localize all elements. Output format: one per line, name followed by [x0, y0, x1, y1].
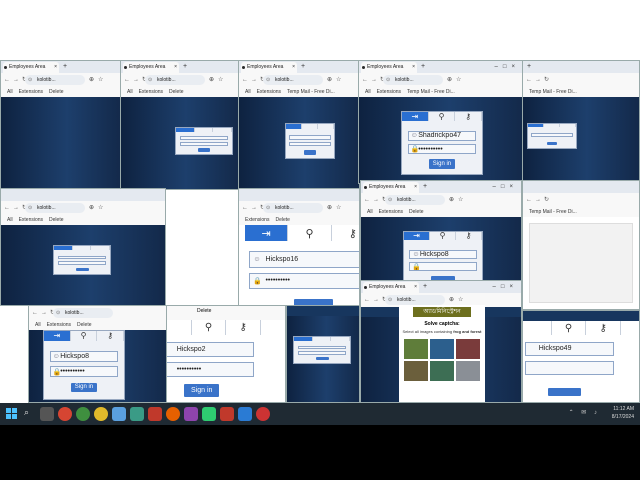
- username-field[interactable]: ☺ Shadrickpo47: [407, 130, 477, 141]
- captcha-tile[interactable]: [430, 339, 454, 359]
- login-tab[interactable]: ⇥: [402, 112, 429, 121]
- app-icon[interactable]: [256, 407, 270, 421]
- browser-window-5[interactable]: + ←→↻ Temp Mail - Free Di...: [522, 60, 640, 184]
- browser-tab[interactable]: Employees Area ×: [3, 62, 59, 73]
- browser-window-12[interactable]: [286, 305, 360, 403]
- search-icon[interactable]: ⌕: [24, 407, 38, 421]
- tab-title: Employees Area: [9, 64, 46, 70]
- browser-window-4[interactable]: Employees Area × + –□× ←→↻ ⊙ kolotib... ⊕☆ All…: [358, 60, 524, 184]
- captcha-tile[interactable]: [456, 361, 480, 381]
- app-icon[interactable]: [130, 407, 144, 421]
- system-tray[interactable]: ⌃ ✉ ♪: [569, 409, 600, 416]
- login-card: ⇥ ⚲ ⚷ ☺ Shadrickpo47 🔒 •••••••••• Sign in: [401, 111, 483, 175]
- captcha-dialog: অ্যাডমিনিস্ট্রেশন Solve captcha: Select …: [399, 305, 485, 402]
- browser-window-1[interactable]: Employees Area × + ←→↻ ⊙ kolotib... ⊕☆ All Ext…: [0, 60, 122, 190]
- browser-window-11[interactable]: Delete ⚲ ⚷ Hickspo2 •••••••••• Sign in: [166, 305, 286, 403]
- app-icon[interactable]: [148, 407, 162, 421]
- task-view-icon[interactable]: [40, 407, 54, 421]
- browser-window-14[interactable]: ⚲ ⚷ Hickspo49: [522, 310, 640, 403]
- captcha-target: frog and forest: [453, 329, 482, 334]
- chrome-icon[interactable]: [94, 407, 108, 421]
- address-bar[interactable]: ⊙ kolotib...: [25, 75, 85, 85]
- app-icon[interactable]: [202, 407, 216, 421]
- vscode-icon[interactable]: [238, 407, 252, 421]
- app-icon[interactable]: [112, 407, 126, 421]
- taskbar: ⌕ ⌃ ✉ ♪ 11:12 AM 8/17/2024: [0, 403, 640, 425]
- app-icon[interactable]: [184, 407, 198, 421]
- browser-window-13-captcha[interactable]: Employees Area × + –□× ←→↻ ⊙ kolotib... ⊕☆ অ্য…: [360, 280, 522, 403]
- captcha-tile[interactable]: [404, 339, 428, 359]
- browser-window-6[interactable]: ←→↻ ⊙ kolotib... ⊕☆ All Extensions Delete: [0, 188, 166, 306]
- desktop: Employees Area × + ←→↻ ⊙ kolotib... ⊕☆ All Ext…: [0, 0, 640, 403]
- browser-window-10[interactable]: ←→↻ ⊙ kolotib... All Extensions Delete ⇥ ⚲ ⚷ ☺…: [28, 305, 168, 403]
- start-button-icon[interactable]: [6, 408, 18, 420]
- captcha-tile[interactable]: [404, 361, 428, 381]
- browser-window-8[interactable]: Employees Area × + –□× ←→↻ ⊙ kolotib... ⊕☆ All…: [360, 180, 522, 290]
- browser-window-2[interactable]: Employees Area × + ←→↻ ⊙ kolotib... ⊕☆ All Ext…: [120, 60, 240, 190]
- captcha-title: Solve captcha:: [424, 321, 460, 327]
- browser-window-7[interactable]: ←→↻ ⊙ kolotib... ⊕☆ Extensions Delete ⇥ ⚲ ⚷ ☺ H…: [238, 188, 360, 306]
- browser-window-9[interactable]: ←→↻ Temp Mail - Free Di...: [522, 180, 640, 310]
- captcha-header: অ্যাডমিনিস্ট্রেশন: [413, 307, 471, 317]
- app-icon[interactable]: [220, 407, 234, 421]
- password-field[interactable]: 🔒 ••••••••••: [407, 144, 477, 155]
- sign-in-button[interactable]: Sign in: [429, 159, 455, 170]
- captcha-instruction: Select all images containing: [402, 329, 453, 334]
- chrome-icon[interactable]: [76, 407, 90, 421]
- captcha-tile[interactable]: [456, 339, 480, 359]
- key-tab[interactable]: ⚷: [455, 112, 483, 121]
- captcha-tile[interactable]: [430, 361, 454, 381]
- register-tab[interactable]: ⚲: [429, 112, 456, 121]
- chrome-icon[interactable]: [58, 407, 72, 421]
- firefox-icon[interactable]: [166, 407, 180, 421]
- browser-window-3[interactable]: Employees Area × + ←→↻ ⊙ kolotib... ⊕☆ All Ext…: [238, 60, 360, 190]
- clock[interactable]: 11:12 AM 8/17/2024: [612, 405, 634, 421]
